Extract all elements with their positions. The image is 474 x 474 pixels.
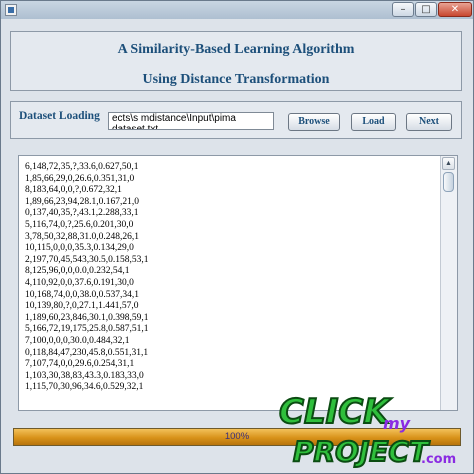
app-icon — [5, 4, 17, 16]
logo-word-click: CLICK — [279, 392, 392, 432]
scroll-thumb[interactable] — [443, 172, 454, 192]
dataset-path-value: ects\s mdistance\Input\pima dataset.txt — [112, 113, 236, 130]
dataset-line: 1,103,30,38,83,43.3,0.183,33,0 — [25, 370, 144, 381]
page-title-line-1: A Similarity-Based Learning Algorithm — [117, 42, 355, 57]
vertical-scrollbar[interactable]: ▲ — [440, 156, 457, 410]
logo-word-project: PROJECT — [293, 435, 430, 468]
dataset-text-area[interactable]: 6,148,72,35,?,33.6,0.627,50,1 1,85,66,29,… — [18, 155, 458, 411]
dataset-line: 1,189,60,23,846,30.1,0.398,59,1 — [25, 312, 149, 323]
dataset-line: 1,89,66,23,94,28.1,0.167,21,0 — [25, 196, 139, 207]
app-window: – □ ✕ A Similarity-Based Learning Algori… — [0, 0, 474, 474]
next-button[interactable]: Next — [406, 113, 452, 131]
minimize-icon[interactable]: – — [392, 2, 414, 17]
title-bar[interactable]: – □ ✕ — [1, 1, 473, 19]
dataset-line: 8,125,96,0,0,0.0,0.232,54,1 — [25, 266, 130, 277]
scroll-up-icon[interactable]: ▲ — [442, 157, 455, 170]
dataset-line: 4,110,92,0,0,37.6,0.191,30,0 — [25, 277, 134, 288]
close-icon[interactable]: ✕ — [438, 2, 472, 17]
dataset-line: 5,116,74,0,?,25.6,0.201,30,0 — [25, 219, 134, 230]
dataset-path-field[interactable]: ects\s mdistance\Input\pima dataset.txt — [108, 112, 274, 130]
dataset-line: 5,166,72,19,175,25.8,0.587,51,1 — [25, 324, 149, 335]
dataset-line: 3,78,50,32,88,31.0,0.248,26,1 — [25, 231, 139, 242]
dataset-loading-label: Dataset Loading — [19, 110, 100, 122]
logo-word-my: my — [383, 414, 411, 433]
dataset-line: 10,115,0,0,0,35.3,0.134,29,0 — [25, 243, 134, 254]
dataset-line: 0,118,84,47,230,45.8,0.551,31,1 — [25, 347, 149, 358]
dataset-line: 8,183,64,0,0,?,0.672,32,1 — [25, 185, 122, 196]
browse-button[interactable]: Browse — [288, 113, 340, 131]
dataset-lines: 6,148,72,35,?,33.6,0.627,50,1 1,85,66,29,… — [25, 162, 437, 410]
dataset-line: 2,197,70,45,543,30.5,0.158,53,1 — [25, 254, 149, 265]
dataset-line: 10,168,74,0,0,38.0,0.537,34,1 — [25, 289, 139, 300]
dataset-line: 1,85,66,29,0,26.6,0.351,31,0 — [25, 173, 135, 184]
dataset-line: 10,139,80,?,0,27.1,1.441,57,0 — [25, 301, 139, 312]
dataset-line: 7,100,0,0,0,30.0,0.484,32,1 — [25, 335, 130, 346]
dataset-line: 0,137,40,35,?,43.1,2.288,33,1 — [25, 208, 139, 219]
dataset-line: 7,107,74,0,0,29.6,0.254,31,1 — [25, 359, 135, 370]
logo-suffix: .com — [421, 452, 456, 467]
load-button[interactable]: Load — [351, 113, 396, 131]
dataset-loading-panel: Dataset Loading ects\s mdistance\Input\p… — [10, 101, 462, 139]
page-title-line-2: Using Distance Transformation — [142, 72, 330, 87]
clickmyproject-logo: CLICK my PROJECT .com — [278, 391, 456, 469]
maximize-icon[interactable]: □ — [415, 2, 437, 17]
dataset-line: 6,148,72,35,?,33.6,0.627,50,1 — [25, 162, 139, 172]
title-panel: A Similarity-Based Learning Algorithm Us… — [10, 31, 462, 91]
